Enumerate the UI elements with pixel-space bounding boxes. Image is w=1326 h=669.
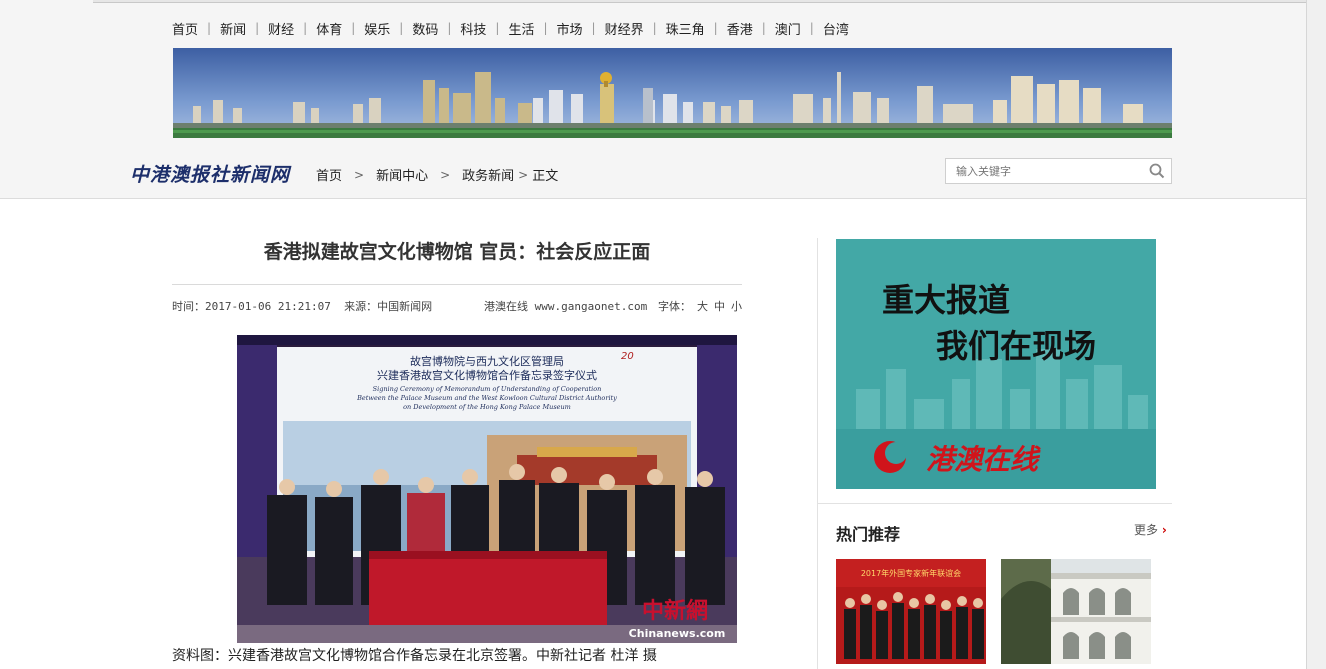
chevron-right-icon: > xyxy=(354,167,365,182)
more-link[interactable]: 更多 › xyxy=(1134,521,1167,538)
article-title: 香港拟建故宫文化博物馆 官员：社会反应正面 xyxy=(263,241,651,263)
banner-en-line1: Signing Ceremony of Memorandum of Unders… xyxy=(373,385,602,393)
top-nav-news[interactable]: 新闻 xyxy=(220,19,255,38)
sidebar-divider xyxy=(817,503,1172,504)
top-nav-finance-circle[interactable]: 财经界 xyxy=(605,19,653,38)
top-nav-prd[interactable]: 珠三角 xyxy=(666,19,714,38)
banner-en-line3: on Development of the Hong Kong Palace M… xyxy=(403,403,571,411)
browser-top-edge xyxy=(93,0,1326,3)
nav-separator: | xyxy=(713,21,718,35)
font-size-label: 字体： xyxy=(658,300,691,313)
breadcrumb-category[interactable]: 政务新闻 xyxy=(462,165,514,184)
banner-cn-line2: 兴建香港故宫文化博物馆合作备忘录签字仪式 xyxy=(377,368,597,382)
hot-thumb-1[interactable]: 2017年外国专家新年联谊会 xyxy=(836,559,986,664)
search-input[interactable] xyxy=(946,159,1141,183)
ad-headline-2: 我们在现场 xyxy=(936,327,1096,365)
nav-separator: | xyxy=(809,21,814,35)
watermark-en: Chinanews.com xyxy=(629,627,726,640)
banner-badge: 20 xyxy=(621,351,634,362)
nav-separator: | xyxy=(303,21,308,35)
top-nav-taiwan[interactable]: 台湾 xyxy=(823,19,858,38)
column-divider xyxy=(817,238,818,669)
hot-recommend-title: 热门推荐 xyxy=(836,525,901,544)
nav-separator: | xyxy=(495,21,500,35)
photo-caption: 资料图：兴建香港故宫文化博物馆合作备忘录在北京签署。中新社记者 杜洋 摄 xyxy=(172,648,657,664)
ad-graphic: 重大报道 我们在现场 港澳在线 xyxy=(836,239,1156,489)
top-nav-macau[interactable]: 澳门 xyxy=(775,19,810,38)
chevron-right-icon: › xyxy=(1161,523,1167,537)
thumb-building-photo xyxy=(1001,559,1151,664)
chevron-right-icon: > xyxy=(518,167,529,182)
top-nav-home[interactable]: 首页 xyxy=(172,19,207,38)
chevron-right-icon: > xyxy=(440,167,451,182)
nav-separator: | xyxy=(447,21,452,35)
nav-separator: | xyxy=(761,21,766,35)
page-scrollbar[interactable] xyxy=(1306,0,1326,669)
watermark-cn: 中新網 xyxy=(642,598,708,624)
thumb1-banner-text: 2017年外国专家新年联谊会 xyxy=(861,568,961,578)
signing-ceremony-photo: 故宫博物院与西九文化区管理局 兴建香港故宫文化博物馆合作备忘录签字仪式 Sign… xyxy=(237,335,737,643)
more-label: 更多 xyxy=(1134,523,1159,537)
nav-separator: | xyxy=(543,21,548,35)
font-size-controls: 字体： 大中小 xyxy=(658,298,742,314)
skyline-illustration xyxy=(173,48,1172,138)
nav-separator: | xyxy=(255,21,260,35)
nav-separator: | xyxy=(652,21,657,35)
top-nav-sports[interactable]: 体育 xyxy=(316,19,351,38)
breadcrumb-current: 正文 xyxy=(532,169,559,184)
top-nav-life[interactable]: 生活 xyxy=(508,19,543,38)
article-time: 时间：2017-01-06 21:21:07 xyxy=(172,300,331,313)
nav-separator: | xyxy=(591,21,596,35)
top-nav-digital[interactable]: 数码 xyxy=(412,19,447,38)
top-nav-finance[interactable]: 财经 xyxy=(268,19,303,38)
top-nav-hongkong[interactable]: 香港 xyxy=(727,19,762,38)
top-nav-tech[interactable]: 科技 xyxy=(460,19,495,38)
breadcrumb: 首页 > 新闻中心 > 政务新闻 > 正文 xyxy=(316,165,559,185)
font-small-button[interactable]: 小 xyxy=(731,300,742,313)
nav-separator: | xyxy=(207,21,212,35)
thumb-party-photo: 2017年外国专家新年联谊会 xyxy=(836,559,986,664)
nav-separator: | xyxy=(399,21,404,35)
article-time-source: 时间：2017-01-06 21:21:07 来源：中国新闻网 xyxy=(172,298,432,314)
top-nav-entertainment[interactable]: 娱乐 xyxy=(364,19,399,38)
search-icon[interactable] xyxy=(1149,163,1165,179)
breadcrumb-home[interactable]: 首页 xyxy=(316,165,342,184)
breadcrumb-section[interactable]: 新闻中心 xyxy=(376,165,428,184)
nav-separator: | xyxy=(351,21,356,35)
search-box xyxy=(945,158,1172,184)
skyline-banner xyxy=(173,48,1172,138)
ad-brand: 港澳在线 xyxy=(926,443,1041,476)
sidebar-ad[interactable]: 重大报道 我们在现场 港澳在线 xyxy=(836,239,1156,489)
font-medium-button[interactable]: 中 xyxy=(714,300,725,313)
top-nav: 首页 | 新闻 | 财经 | 体育 | 娱乐 | 数码 | 科技 | 生活 | 市场 | 财经界 |… xyxy=(172,17,858,39)
banner-cn-line1: 故宫博物院与西九文化区管理局 xyxy=(410,354,564,368)
font-large-button[interactable]: 大 xyxy=(697,300,708,313)
top-nav-market[interactable]: 市场 xyxy=(557,19,592,38)
hot-thumb-2[interactable] xyxy=(1001,559,1151,664)
banner-en-line2: Between the Palace Museum and the West K… xyxy=(356,394,617,402)
ad-headline-1: 重大报道 xyxy=(882,281,1010,319)
article-site: 港澳在线 www.gangaonet.com xyxy=(484,300,648,313)
article-photo: 故宫博物院与西九文化区管理局 兴建香港故宫文化博物馆合作备忘录签字仪式 Sign… xyxy=(237,335,737,643)
title-divider xyxy=(172,284,742,285)
site-logo[interactable]: 中港澳报社新闻网 xyxy=(130,160,290,187)
article-source: 来源：中国新闻网 xyxy=(344,300,433,313)
